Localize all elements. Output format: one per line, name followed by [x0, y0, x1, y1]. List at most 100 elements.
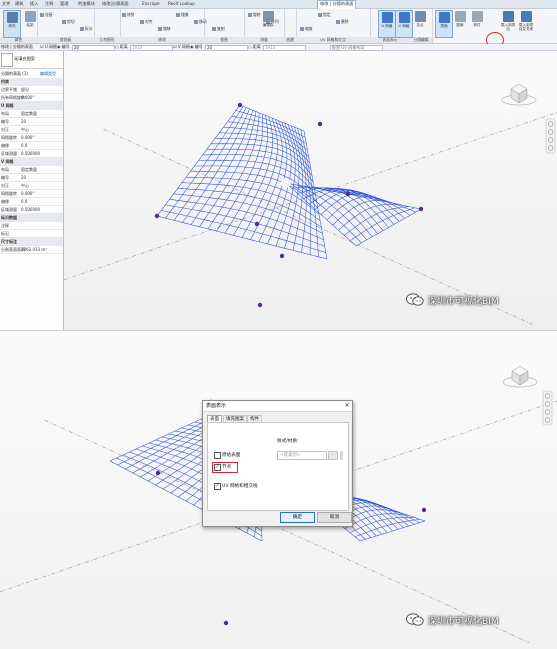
style-value-field[interactable]: <按类别>	[277, 451, 327, 460]
property-value[interactable]: 固定数量	[21, 166, 37, 173]
property-row[interactable]: 对正 中心	[0, 126, 63, 134]
property-value[interactable]: 20	[21, 174, 26, 181]
properties-panel: 无填充图案 分隔的表面 (1) 编辑类型 约束 边界平铺 部分 所有网格旋转 0.000…	[0, 51, 64, 330]
nodes-label: 节点	[222, 465, 232, 470]
ribbon-small-button[interactable]: 拆分	[80, 26, 93, 32]
ribbon-small-button[interactable]: 修剪	[122, 12, 135, 18]
ribbon-big-button[interactable]: 载入到项目	[500, 10, 516, 36]
property-row[interactable]: 偏移 0.0	[0, 142, 63, 150]
ribbon-big-button[interactable]: 粘贴	[22, 10, 38, 36]
ribbon-big-button[interactable]: 表面	[435, 10, 453, 38]
ribbon-small-button[interactable]: 缩放	[300, 26, 313, 32]
menu-item[interactable]: 文件	[2, 1, 10, 7]
menu-item[interactable]: 建筑	[15, 1, 23, 7]
surface-canvas[interactable]	[64, 51, 557, 330]
property-key: 区域测量	[1, 151, 17, 156]
edit-type-button[interactable]: 编辑类型	[40, 71, 56, 77]
ribbon-big-button[interactable]: 修改	[3, 10, 21, 38]
menu-item[interactable]: Revit Lookup	[168, 1, 195, 6]
3d-viewport[interactable]	[64, 51, 557, 330]
u-grid-toggle[interactable]: ☑ U 网格	[40, 44, 57, 50]
property-row[interactable]: 编号 20	[0, 118, 63, 126]
property-row[interactable]: 对正 中心	[0, 182, 63, 190]
ribbon-small-button[interactable]: 剪切	[62, 19, 75, 25]
ribbon-big-button[interactable]: V 网格	[395, 10, 413, 38]
property-value[interactable]: 1062.013 m²	[21, 246, 47, 253]
property-value[interactable]: 0.0	[21, 142, 27, 149]
property-row[interactable]: 布局 固定数量	[0, 110, 63, 118]
property-value[interactable]: 中心	[21, 126, 29, 133]
v-grid-toggle[interactable]: ☑ V 网格	[173, 44, 190, 50]
property-value[interactable]: 中心	[21, 182, 29, 189]
options-bar-label: 修改 | 分隔的表面	[1, 44, 33, 49]
cancel-button[interactable]: 取消	[317, 512, 352, 523]
property-row[interactable]: 布局 固定数量	[0, 166, 63, 174]
instance-selector[interactable]: 分隔的表面 (1)	[1, 71, 28, 77]
property-value[interactable]: 0.000°	[21, 190, 34, 197]
ribbon-big-button[interactable]: 交点	[412, 10, 428, 36]
u-distance-radio[interactable]: ○ 距离	[115, 44, 128, 50]
property-row[interactable]: 网格旋转 0.000°	[0, 190, 63, 198]
ribbon-big-button[interactable]: U 网格	[378, 10, 396, 38]
property-group-header[interactable]: 标识数据	[0, 214, 63, 222]
property-value[interactable]: 0.000°	[21, 134, 34, 141]
v-numbering-radio[interactable]: ◉ 编号	[190, 44, 203, 50]
ribbon-small-button[interactable]: 锁定	[318, 12, 331, 18]
ribbon-small-button[interactable]: 删除	[336, 19, 349, 25]
ribbon-small-button[interactable]: 连接	[40, 12, 53, 18]
menu-item[interactable]: 修改 | 分隔的表面	[317, 0, 357, 9]
property-row[interactable]: 区域测量 0.500000	[0, 206, 63, 214]
property-value[interactable]: 0.500000	[21, 150, 40, 157]
ribbon-small-button[interactable]: 移动	[194, 19, 207, 25]
property-row[interactable]: 注释	[0, 222, 63, 230]
tool-icon	[248, 13, 252, 17]
menu-item[interactable]: 注释	[45, 1, 53, 7]
menu-item[interactable]: 管理	[60, 1, 68, 7]
ribbon-big-button[interactable]: 构件	[469, 10, 485, 36]
property-group-header[interactable]: 约束	[0, 78, 63, 86]
property-row[interactable]: 编号 20	[0, 174, 63, 182]
style-browse-button[interactable]: ...	[328, 451, 338, 460]
property-value[interactable]: 0.0	[21, 198, 27, 205]
nodes-checkbox[interactable]: ✓	[214, 464, 221, 471]
u-numbering-radio[interactable]: ◉ 编号	[57, 44, 70, 50]
tool-icon	[471, 11, 483, 22]
property-value[interactable]: 0.500000	[21, 206, 40, 213]
v-grid-line	[190, 171, 318, 208]
property-row[interactable]: 所有网格旋转 0.000°	[0, 94, 63, 102]
ribbon-big-button[interactable]: 载入到项目并关闭	[518, 10, 534, 36]
close-icon[interactable]: ✕	[343, 402, 351, 410]
property-row[interactable]: 标记	[0, 230, 63, 238]
panel-scrollbar[interactable]	[340, 451, 343, 460]
property-row[interactable]: 偏移 0.0	[0, 198, 63, 206]
property-row[interactable]: 边界平铺 部分	[0, 86, 63, 94]
ribbon-small-button[interactable]: 复制	[212, 26, 225, 32]
property-value[interactable]: 固定数量	[21, 110, 37, 117]
ribbon-big-button[interactable]: 编辑族	[260, 10, 276, 36]
ribbon-small-button[interactable]: 偏移	[158, 26, 171, 32]
uv-grid-checkbox[interactable]: ✓	[214, 483, 221, 490]
property-group-header[interactable]: 尺寸标注	[0, 238, 63, 246]
ribbon-small-button[interactable]: 镜像	[176, 12, 189, 18]
ribbon-small-button[interactable]: 对齐	[140, 19, 153, 25]
property-group-header[interactable]: U 网格	[0, 102, 63, 110]
v-distance-radio[interactable]: ○ 距离	[248, 44, 261, 50]
property-group-header[interactable]: V 网格	[0, 158, 63, 166]
ribbon-small-button[interactable]: 旋转	[248, 12, 261, 18]
property-value[interactable]: 20	[21, 118, 26, 125]
property-row[interactable]: 区域测量 0.500000	[0, 150, 63, 158]
ok-button[interactable]: 确定	[280, 512, 315, 523]
ribbon-group-label: UV 网格和交点	[296, 37, 370, 43]
ribbon-big-button[interactable]: 图案	[452, 10, 468, 36]
menu-item[interactable]: 插入	[30, 1, 38, 7]
property-row[interactable]: 分割表面面积 1062.013 m²	[0, 246, 63, 254]
menu-item[interactable]: 修改|分隔表面	[102, 1, 129, 7]
property-value[interactable]: 0.000°	[21, 94, 34, 101]
original-surface-checkbox[interactable]	[214, 452, 221, 459]
menu-item[interactable]: Enscape	[142, 1, 160, 6]
property-value[interactable]: 部分	[21, 86, 29, 93]
menu-item[interactable]: 附加模块	[78, 1, 95, 7]
property-row[interactable]: 网格旋转 0.000°	[0, 134, 63, 142]
dialog-titlebar[interactable]: 表面表示	[203, 401, 352, 412]
tool-icon	[454, 11, 466, 22]
